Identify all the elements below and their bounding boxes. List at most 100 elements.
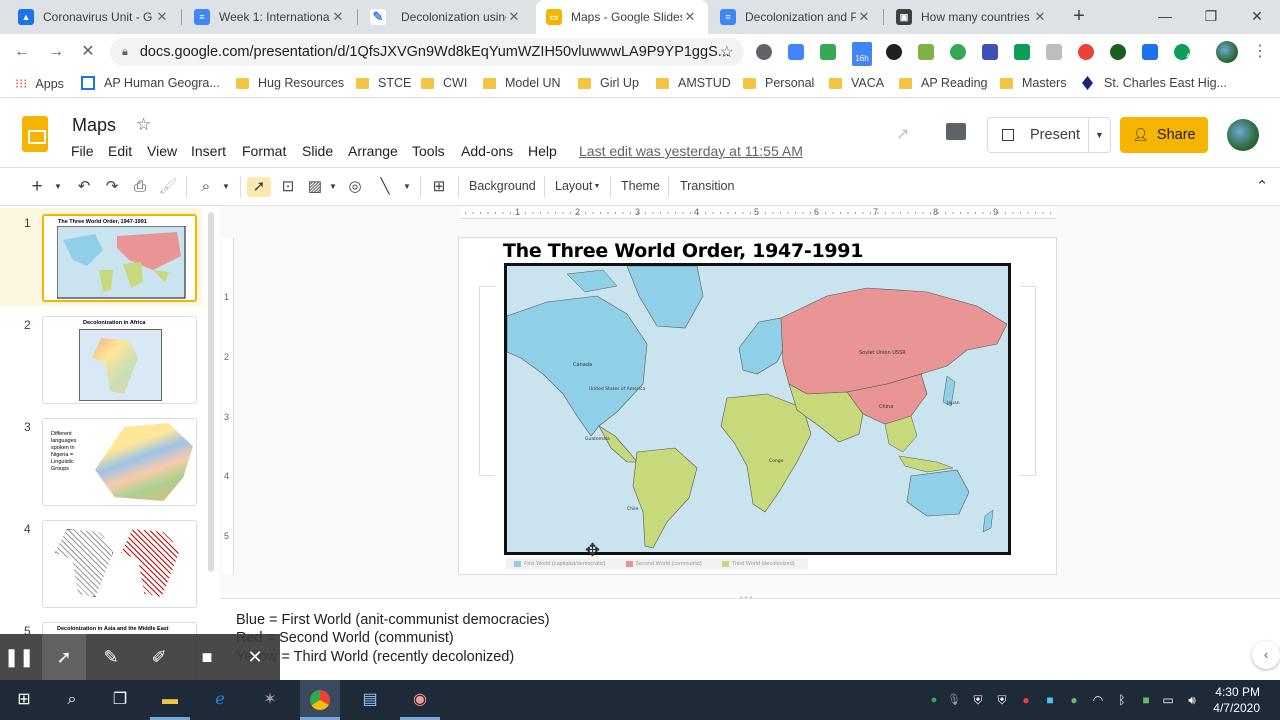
close-icon[interactable]: ✕ xyxy=(856,9,872,25)
back-icon[interactable]: ← xyxy=(12,42,32,62)
star-icon[interactable]: ☆ xyxy=(136,115,151,135)
close-icon[interactable]: ✕ xyxy=(1032,9,1048,25)
share-button[interactable]: 👤︎ Share xyxy=(1120,117,1208,153)
minimize-button[interactable]: — xyxy=(1145,4,1185,28)
bookmark-cwi[interactable]: CWI xyxy=(421,76,467,90)
extension-icon[interactable] xyxy=(1046,44,1062,60)
chevron-down-icon[interactable]: ▼ xyxy=(220,177,232,197)
menu-slide[interactable]: Slide xyxy=(302,143,333,159)
theme-button[interactable]: Theme xyxy=(621,179,660,193)
bookmark-ap-reading[interactable]: AP Reading xyxy=(899,76,988,90)
three-world-map[interactable]: Soviet Union USSR United States of Ameri… xyxy=(504,263,1011,555)
tab-coronavirus-unit[interactable]: ▲ Coronavirus Unit - G ✕ xyxy=(8,0,180,34)
chevron-left-icon[interactable]: ‹ xyxy=(1252,641,1280,669)
activity-trend-icon[interactable]: ↗ xyxy=(896,124,909,144)
cursor-icon[interactable]: ➚ xyxy=(42,634,86,680)
address-bar[interactable]: 🔒︎ docs.google.com/presentation/d/1QfsJX… xyxy=(110,38,744,66)
chevron-down-icon[interactable]: ▼ xyxy=(1088,118,1110,152)
profile-avatar[interactable] xyxy=(1216,41,1238,63)
bookmark-masters[interactable]: Masters xyxy=(1000,76,1066,90)
bookmark-ap-human-geography[interactable]: AP Human Geogra... xyxy=(81,76,220,90)
layout-button[interactable]: Layout xyxy=(555,179,593,193)
shape-icon[interactable]: ◎ xyxy=(345,177,365,197)
pause-icon[interactable]: ❚❚ xyxy=(4,642,34,672)
bookmark-hug-resources[interactable]: Hug Resources xyxy=(236,76,344,90)
security-icon[interactable]: ⛨ xyxy=(966,688,990,712)
new-tab-button[interactable]: + xyxy=(1068,6,1090,28)
menu-edit[interactable]: Edit xyxy=(108,143,132,159)
background-button[interactable]: Background xyxy=(469,179,536,193)
highlighter-icon[interactable]: ✐ xyxy=(144,642,174,672)
network-icon[interactable]: ▭ xyxy=(1156,688,1180,712)
slides-logo-icon[interactable] xyxy=(22,116,48,152)
bookmark-girl-up[interactable]: Girl Up xyxy=(578,76,639,90)
bookmark-stce[interactable]: STCE xyxy=(356,76,411,90)
window-close-button[interactable]: ✕ xyxy=(1237,4,1277,28)
add-comment-icon[interactable]: ⊞ xyxy=(429,177,449,197)
undo-icon[interactable]: ↶ xyxy=(74,177,94,197)
camera-icon[interactable]: ■ xyxy=(192,642,222,672)
windows-start-icon[interactable]: ⊞ xyxy=(12,688,36,712)
notes-resize-handle[interactable]: ••• xyxy=(740,593,754,602)
extension-icon[interactable] xyxy=(1110,44,1126,60)
chevron-down-icon[interactable]: ▼ xyxy=(592,177,602,197)
chrome-taskbar-button[interactable] xyxy=(300,680,340,720)
microphone-icon[interactable]: 🎙︎ xyxy=(942,688,966,712)
filmstrip-scrollbar[interactable] xyxy=(208,212,214,572)
text-box-icon[interactable]: ⊡ xyxy=(278,177,298,197)
extension-icon[interactable] xyxy=(982,44,998,60)
extension-icon[interactable] xyxy=(820,44,836,60)
close-icon[interactable]: ✕ xyxy=(330,9,346,25)
slide-thumbnail-1[interactable]: 1 The Three World Order, 1947-1991 xyxy=(0,208,202,306)
redo-icon[interactable]: ↷ xyxy=(102,177,122,197)
tray-icon[interactable]: ■ xyxy=(1134,688,1158,712)
chevron-down-icon[interactable]: ▼ xyxy=(327,177,339,197)
slide-thumbnail-3[interactable]: 3 Different languages spoken in Nigeria … xyxy=(0,412,202,510)
document-title[interactable]: Maps xyxy=(72,115,116,136)
hangouts-icon[interactable]: 4 xyxy=(1174,44,1190,60)
paint-format-icon[interactable]: 🖌︎ xyxy=(158,177,178,197)
close-icon[interactable]: ✕ xyxy=(682,9,698,25)
tab-decolonization-and[interactable]: ≡ Decolonization and P ✕ xyxy=(710,0,882,34)
menu-add-ons[interactable]: Add-ons xyxy=(461,143,513,159)
forward-icon[interactable]: → xyxy=(46,42,66,62)
menu-format[interactable]: Format xyxy=(242,143,286,159)
collapse-toolbar-icon[interactable]: ⌃ xyxy=(1252,177,1272,197)
document-app-icon[interactable]: ▤ xyxy=(358,688,382,712)
account-avatar[interactable] xyxy=(1227,119,1259,151)
volume-icon[interactable]: 🔊︎ xyxy=(1180,688,1204,712)
bookmark-amstud[interactable]: AMSTUD xyxy=(656,76,731,90)
app-icon[interactable]: ✶ xyxy=(258,688,282,712)
chrome-tray-icon[interactable]: ● xyxy=(1014,688,1038,712)
tab-decolonization-using[interactable]: ✎ Decolonization using ✕ xyxy=(360,0,532,34)
wifi-icon[interactable]: ◠ xyxy=(1086,688,1110,712)
menu-arrange[interactable]: Arrange xyxy=(348,143,398,159)
line-icon[interactable]: ╲ xyxy=(375,177,395,197)
last-edit-link[interactable]: Last edit was yesterday at 11:55 AM xyxy=(579,143,803,159)
stop-loading-icon[interactable]: ✕ xyxy=(78,42,98,62)
extension-icon[interactable] xyxy=(918,44,934,60)
zoom-icon[interactable]: ⌕ xyxy=(196,177,216,197)
bookmark-personal[interactable]: Personal xyxy=(743,76,814,90)
file-explorer-icon[interactable]: ▬ xyxy=(158,688,182,712)
search-icon[interactable]: ⌕ xyxy=(60,688,84,712)
select-cursor-icon[interactable]: ➚ xyxy=(247,177,271,197)
new-slide-icon[interactable]: + xyxy=(28,177,46,197)
task-view-icon[interactable]: ❐ xyxy=(108,688,132,712)
bluetooth-icon[interactable]: ᛒ xyxy=(1110,688,1134,712)
menu-insert[interactable]: Insert xyxy=(191,143,226,159)
menu-file[interactable]: File xyxy=(71,143,94,159)
chevron-down-icon[interactable]: ▼ xyxy=(52,177,64,197)
chevron-down-icon[interactable]: ▼ xyxy=(401,177,413,197)
present-button[interactable]: Present ▼ xyxy=(987,117,1111,153)
menu-view[interactable]: View xyxy=(147,143,177,159)
tab-maps-google-slides[interactable]: ▭ Maps - Google Slides ✕ xyxy=(536,0,708,34)
bookmark-vaca[interactable]: VACA xyxy=(829,76,884,90)
menu-tools[interactable]: Tools xyxy=(412,143,445,159)
tab-week-1[interactable]: ≡ Week 1: Internationa ✕ xyxy=(184,0,356,34)
tray-icon[interactable]: ⛨ xyxy=(990,688,1014,712)
slide-thumbnail-2[interactable]: 2 Decolonization in Africa xyxy=(0,310,202,408)
transition-button[interactable]: Transition xyxy=(680,179,734,193)
speaker-notes[interactable]: ••• Blue = First World (anit-communist d… xyxy=(220,593,1280,680)
calendar-icon[interactable]: 16h xyxy=(852,42,872,66)
